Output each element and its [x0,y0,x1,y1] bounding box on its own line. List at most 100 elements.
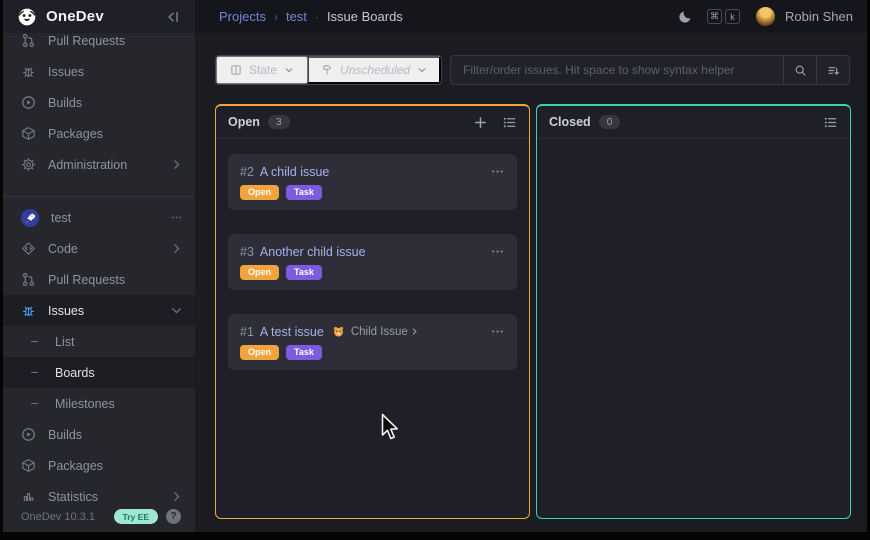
breadcrumb-separator: › [274,10,278,24]
sidebar-item-project-packages[interactable]: Packages [3,450,195,481]
sidebar-item-project-pull-requests[interactable]: Pull Requests [3,264,195,295]
chevron-down-icon [170,304,183,317]
brand-title: OneDev [46,8,156,25]
teddy-emoji-icon [332,325,345,338]
board-columns-icon [230,64,242,76]
card-more-icon[interactable] [490,244,505,259]
filter-input[interactable] [451,56,783,84]
dark-mode-toggle-icon[interactable] [678,9,693,24]
sidebar-item-code[interactable]: Code [3,233,195,264]
sidebar-item-issues[interactable]: Issues [3,56,195,87]
package-icon [21,126,36,141]
pull-request-icon [21,33,36,48]
sidebar-header: OneDev [3,0,195,33]
sort-order-icon[interactable] [816,56,849,84]
milestone-icon [321,64,333,76]
more-dots-icon[interactable] [170,211,183,224]
board-column-closed: Closed 0 [536,104,851,519]
column-header-closed: Closed 0 [537,106,850,139]
topbar-actions: ⌘ k Robin Shen [678,0,867,33]
child-issue-link[interactable]: Child Issue [351,326,419,338]
sidebar-item-issues-milestones[interactable]: Milestones [3,388,195,419]
sidebar-item-administration[interactable]: Administration [3,149,195,180]
bug-icon [21,303,36,318]
column-header-open: Open 3 [216,106,529,139]
issue-title[interactable]: Another child issue [260,245,366,259]
column-menu-icon[interactable] [502,115,517,130]
issue-card-3[interactable]: #3 Another child issue Open Task [228,234,517,290]
add-issue-icon[interactable] [473,115,488,130]
column-title: Open [228,115,260,129]
sidebar-item-project-builds[interactable]: Builds [3,419,195,450]
state-badge: Open [240,265,279,280]
sidebar-item-builds[interactable]: Builds [3,87,195,118]
sidebar-item-issues-list[interactable]: List [3,326,195,357]
sidebar-collapse-icon[interactable] [165,10,183,24]
sidebar: Pull Requests Issues Builds Packages [3,33,195,532]
issue-number: #2 [240,165,254,179]
topbar: OneDev Projects › test · Issue Boards ⌘ … [3,0,867,33]
board-filter-group: State Unscheduled [215,55,442,85]
dash-icon [31,341,38,342]
gear-icon [21,157,36,172]
search-icon[interactable] [783,56,816,84]
type-badge: Task [286,265,322,280]
breadcrumb-projects-link[interactable]: Projects [219,9,266,24]
issue-card-1[interactable]: #1 A test issue Child Issue [228,314,517,370]
column-title: Closed [549,115,591,129]
chevron-right-icon [170,158,183,171]
issue-number: #3 [240,245,254,259]
issue-title[interactable]: A child issue [260,165,329,179]
breadcrumb-project-link[interactable]: test [286,9,307,24]
user-avatar[interactable] [756,7,775,26]
column-cards-open: #2 A child issue Open Task [216,139,529,518]
package-icon [21,458,36,473]
filter-toolbar: State Unscheduled [215,55,850,85]
sidebar-item-packages[interactable]: Packages [3,118,195,149]
milestone-dropdown-button[interactable]: Unscheduled [308,56,441,84]
play-circle-icon [21,427,36,442]
sidebar-footer: OneDev 10.3.1 Try EE ? [3,501,195,532]
pull-request-icon [21,272,36,287]
issue-number: #1 [240,325,254,339]
state-badge: Open [240,345,279,360]
filter-search-box [450,55,850,85]
board-column-open: Open 3 #2 A child issue [215,104,530,519]
issue-board: Open 3 #2 A child issue [215,104,850,519]
type-badge: Task [286,185,322,200]
user-name[interactable]: Robin Shen [785,9,853,24]
k-key-icon: k [725,9,740,24]
breadcrumb-separator: · [315,10,319,24]
column-count-badge: 3 [268,115,290,129]
sidebar-project-test[interactable]: test [3,202,195,233]
project-rocket-icon [21,209,39,227]
issue-title[interactable]: A test issue [260,325,324,339]
chevron-right-icon [170,242,183,255]
breadcrumb-current-page: Issue Boards [327,9,403,24]
dash-icon [31,372,38,373]
chevron-down-icon [284,65,294,75]
cmd-key-icon: ⌘ [707,9,722,24]
main-content: State Unscheduled [195,33,867,532]
play-circle-icon [21,95,36,110]
card-more-icon[interactable] [490,164,505,179]
column-cards-closed [537,139,850,518]
column-menu-icon[interactable] [823,115,838,130]
shortcut-hint[interactable]: ⌘ k [707,9,740,24]
sidebar-item-pull-requests[interactable]: Pull Requests [3,33,195,56]
onedev-logo-icon [17,7,37,27]
onedev-app: OneDev Projects › test · Issue Boards ⌘ … [3,0,867,532]
code-diamond-icon [21,241,36,256]
card-more-icon[interactable] [490,324,505,339]
state-dropdown-button[interactable]: State [216,56,308,84]
breadcrumb: Projects › test · Issue Boards [195,0,403,33]
sidebar-item-issues-boards[interactable]: Boards [3,357,195,388]
screen: OneDev Projects › test · Issue Boards ⌘ … [0,0,870,540]
try-ee-badge[interactable]: Try EE [114,509,158,524]
help-icon[interactable]: ? [166,509,181,524]
bug-icon [21,64,36,79]
dash-icon [31,403,38,404]
issue-card-2[interactable]: #2 A child issue Open Task [228,154,517,210]
state-badge: Open [240,185,279,200]
sidebar-item-project-issues[interactable]: Issues [3,295,195,326]
